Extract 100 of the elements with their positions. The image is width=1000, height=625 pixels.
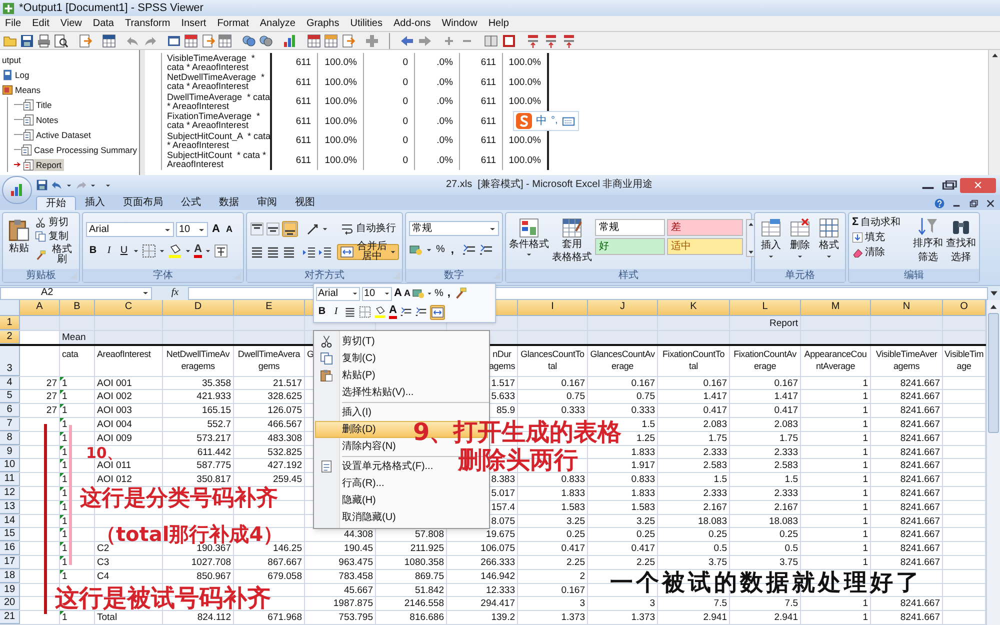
row-header[interactable]: 16 — [0, 542, 20, 556]
italic-button[interactable]: I — [331, 307, 341, 317]
menu-item[interactable]: 插入(I) — [342, 408, 372, 418]
row-header[interactable]: 5 — [0, 390, 20, 404]
outline-item[interactable]: Notes — [34, 114, 60, 126]
bold-button[interactable]: B — [316, 307, 328, 317]
conditional-format-button[interactable]: 条件格式 — [509, 216, 549, 269]
row-header[interactable]: 19 — [0, 584, 20, 597]
ribbon-tab[interactable]: 插入 — [76, 196, 114, 210]
fill-button[interactable]: 填充 — [852, 232, 910, 243]
find-select-button[interactable]: 查找和 选择 — [946, 216, 976, 269]
column-header[interactable]: C — [95, 300, 163, 316]
shrink-font-button[interactable]: A — [224, 225, 234, 234]
grow-font-button[interactable]: A — [394, 288, 402, 299]
paste-button[interactable]: 粘贴 — [6, 216, 32, 269]
grow-font-button[interactable]: A — [210, 224, 222, 235]
comma-button[interactable]: , — [448, 244, 456, 256]
menu-item[interactable]: 粘贴(P) — [342, 370, 376, 380]
column-header[interactable]: D — [163, 300, 234, 316]
menu-item[interactable]: 取消隐藏(U) — [342, 512, 396, 522]
outline-item[interactable]: Active Dataset — [34, 128, 93, 140]
menu-item[interactable]: 复制(C) — [342, 354, 376, 364]
outline-item[interactable]: Means — [13, 84, 43, 96]
cells-button[interactable]: 格式 — [816, 216, 842, 269]
column-header[interactable]: L — [730, 300, 801, 316]
row-header[interactable]: 15 — [0, 528, 20, 542]
outline-item[interactable]: Log — [13, 68, 32, 80]
italic-button[interactable]: I — [103, 246, 115, 256]
row-header[interactable]: 13 — [0, 500, 20, 514]
menu-item[interactable]: Transform — [124, 18, 170, 28]
row-header[interactable]: 21 — [0, 611, 20, 624]
menu-item[interactable]: Add-ons — [393, 18, 431, 28]
column-header[interactable]: A — [20, 300, 60, 316]
cut-button[interactable]: 剪切 — [35, 217, 76, 228]
menu-item[interactable]: Analyze — [260, 18, 296, 28]
ribbon-tab[interactable]: 页面布局 — [114, 196, 172, 210]
row-header[interactable]: 10 — [0, 459, 20, 472]
font-color-button[interactable]: A — [194, 244, 202, 258]
menu-item[interactable]: Format — [217, 18, 249, 28]
row-header[interactable]: 12 — [0, 487, 20, 500]
cell-style-swatch[interactable]: 差 — [667, 219, 743, 236]
ribbon-tab[interactable]: 数据 — [210, 196, 248, 210]
outline-item[interactable]: Title — [34, 98, 54, 110]
menu-item[interactable]: Help — [488, 18, 509, 28]
menu-item[interactable]: View — [60, 18, 82, 28]
cells-button[interactable]: 插入 — [758, 216, 784, 269]
column-header[interactable]: O — [943, 300, 986, 316]
menu-item[interactable]: 隐藏(H) — [342, 496, 376, 506]
menu-item[interactable]: Window — [442, 18, 478, 28]
font-name-field[interactable]: Arial — [86, 222, 174, 237]
row-header[interactable]: 20 — [0, 597, 20, 610]
font-color-button[interactable]: A — [389, 305, 397, 319]
row-header[interactable]: 1 — [0, 316, 20, 330]
outline-item[interactable]: utput — [0, 54, 23, 66]
cell-style-swatch[interactable]: 好 — [595, 238, 665, 255]
wrap-text-button[interactable]: 自动换行 — [340, 222, 396, 236]
number-format-field[interactable]: 常规 — [409, 221, 499, 236]
ribbon-tab[interactable]: 视图 — [286, 196, 324, 210]
row-header[interactable]: 2 — [0, 330, 20, 344]
name-box[interactable]: A2 — [0, 286, 152, 300]
row-header[interactable]: 8 — [0, 432, 20, 445]
underline-button[interactable]: U — [118, 246, 130, 256]
menu-item[interactable]: Edit — [32, 18, 50, 28]
row-header[interactable]: 3 — [0, 346, 20, 376]
column-header[interactable]: N — [871, 300, 943, 316]
comma-button[interactable]: , — [445, 288, 452, 299]
menu-item[interactable]: Insert — [181, 18, 206, 28]
row-header[interactable]: 6 — [0, 404, 20, 418]
font-size-field[interactable]: 10 — [176, 222, 208, 237]
font-size-field[interactable]: 10 — [362, 286, 392, 300]
ribbon-tab[interactable]: 审阅 — [248, 196, 286, 210]
outline-item[interactable]: Case Processing Summary — [32, 144, 139, 156]
autosum-button[interactable]: 自动求和 — [860, 218, 901, 228]
row-header[interactable]: 9 — [0, 446, 20, 459]
sort-filter-button[interactable]: 排序和 筛选 — [913, 216, 943, 269]
menu-item[interactable]: 剪切(T) — [342, 336, 375, 346]
insert-function-button[interactable]: fx — [162, 288, 188, 298]
row-header[interactable]: 4 — [0, 376, 20, 390]
row-header[interactable]: 17 — [0, 556, 20, 570]
percent-button[interactable]: % — [435, 245, 446, 255]
ribbon-tab[interactable]: 公式 — [172, 196, 210, 210]
cell-style-swatch[interactable]: 适中 — [667, 238, 743, 255]
column-header[interactable]: M — [801, 300, 871, 316]
menu-item[interactable]: 选择性粘贴(V)... — [342, 388, 414, 398]
menu-item[interactable]: 清除内容(N) — [342, 442, 396, 452]
row-header[interactable]: 18 — [0, 570, 20, 583]
copy-button[interactable]: 复制 — [35, 231, 76, 242]
column-header[interactable]: J — [588, 300, 658, 316]
cell-style-swatch[interactable]: 常规 — [595, 219, 665, 236]
row-header[interactable]: 11 — [0, 473, 20, 486]
menu-item[interactable]: Utilities — [350, 18, 382, 28]
format-painter-button[interactable]: 格式刷 — [35, 245, 76, 265]
ribbon-tab[interactable]: 开始 — [36, 196, 76, 210]
column-header[interactable]: K — [658, 300, 730, 316]
row-header[interactable]: 7 — [0, 418, 20, 432]
column-header[interactable]: E — [234, 300, 305, 316]
percent-button[interactable]: % — [434, 288, 444, 298]
font-name-field[interactable]: Arial — [316, 286, 360, 300]
menu-item[interactable]: 行高(R)... — [342, 478, 384, 488]
column-header[interactable]: I — [518, 300, 588, 316]
